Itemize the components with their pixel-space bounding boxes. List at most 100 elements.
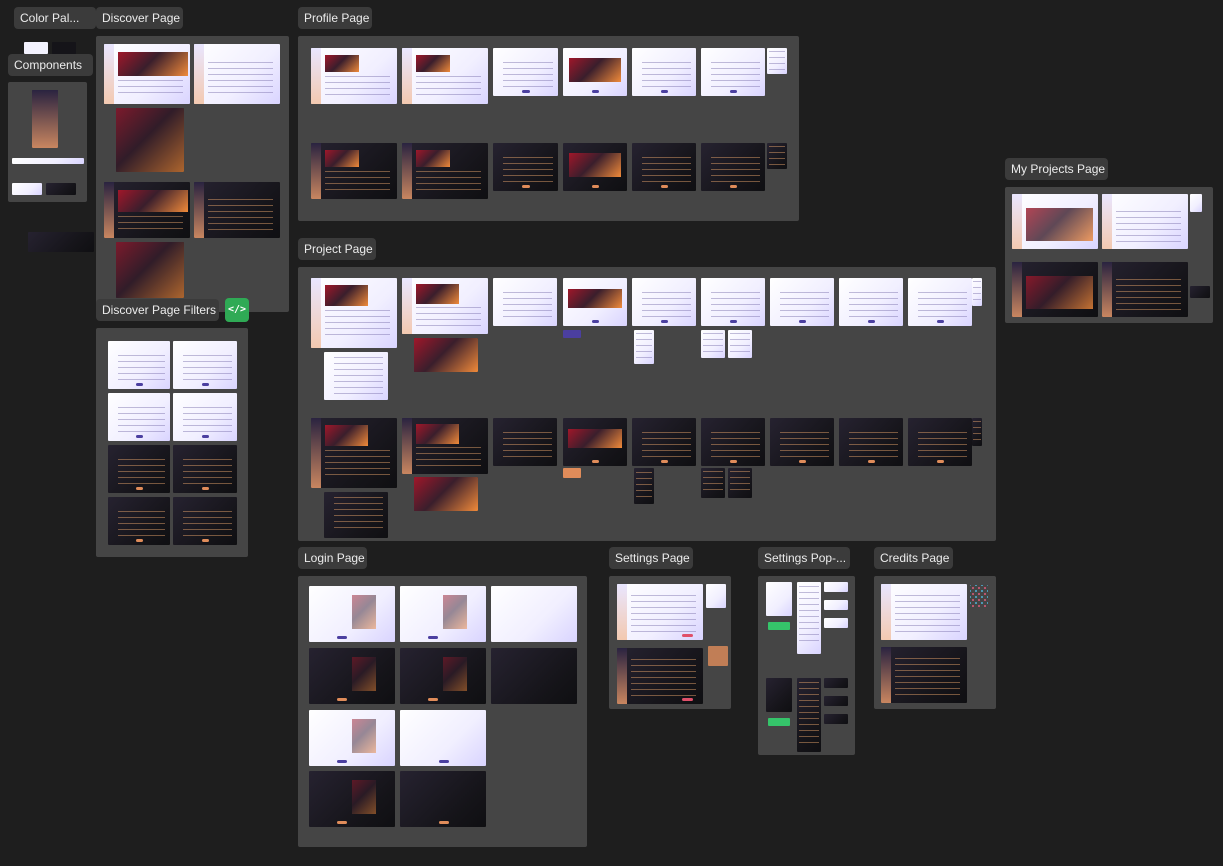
- project-frame-dark-9[interactable]: [908, 418, 972, 466]
- project-popups-light-2[interactable]: [728, 330, 752, 358]
- login-frame-light-3[interactable]: [491, 586, 577, 642]
- settings-popup-frame-3[interactable]: [824, 582, 848, 592]
- my-projects-popup-dark[interactable]: [1190, 286, 1210, 298]
- login-frame-dark-5[interactable]: [400, 771, 486, 827]
- my-projects-popup-light[interactable]: [1190, 194, 1202, 212]
- profile-frame-light-2[interactable]: [402, 48, 488, 104]
- settings-frame-light[interactable]: [617, 584, 703, 640]
- profile-page-label[interactable]: Profile Page: [298, 7, 372, 29]
- my-projects-frame-light-1[interactable]: [1012, 194, 1098, 249]
- profile-frame-light-4[interactable]: [563, 48, 627, 96]
- filter-frame-1[interactable]: [108, 341, 170, 389]
- component-sidebar[interactable]: [32, 90, 58, 148]
- project-frame-light-6[interactable]: [701, 278, 765, 326]
- filter-frame-4[interactable]: [173, 393, 237, 441]
- login-frame-dark-4[interactable]: [309, 771, 395, 827]
- login-page-label[interactable]: Login Page: [298, 547, 367, 569]
- project-frame-dark-8[interactable]: [839, 418, 903, 466]
- profile-frame-dark-5[interactable]: [632, 143, 696, 191]
- project-image-light[interactable]: [414, 338, 478, 372]
- discover-page-label[interactable]: Discover Page: [96, 7, 183, 29]
- component-card[interactable]: [12, 183, 42, 195]
- filter-frame-2[interactable]: [173, 341, 237, 389]
- project-frame-light-8[interactable]: [839, 278, 903, 326]
- project-frame-light-4[interactable]: [563, 278, 627, 326]
- settings-popup-frame-10[interactable]: [824, 714, 848, 724]
- project-frame-dark-3[interactable]: [493, 418, 557, 466]
- login-frame-light-4[interactable]: [309, 710, 395, 766]
- profile-frame-dark-4[interactable]: [563, 143, 627, 191]
- login-frame-light-2[interactable]: [400, 586, 486, 642]
- discover-frame-light-2[interactable]: [194, 44, 280, 104]
- settings-popup-frame-7[interactable]: [797, 678, 821, 752]
- project-frame-light-2[interactable]: [402, 278, 488, 334]
- project-frame-light-1[interactable]: [311, 278, 397, 348]
- project-frame-dark-4[interactable]: [563, 418, 627, 466]
- project-side-popup-dark[interactable]: [972, 418, 982, 446]
- discover-frame-dark-1[interactable]: [104, 182, 190, 238]
- project-detail-light[interactable]: [324, 352, 388, 400]
- project-list-light[interactable]: [634, 330, 654, 364]
- project-side-popup-light[interactable]: [972, 278, 982, 306]
- discover-page-filters-label[interactable]: Discover Page Filters: [96, 299, 219, 321]
- components-label[interactable]: Components: [8, 54, 93, 76]
- settings-popup-frame-2[interactable]: [797, 582, 821, 654]
- component-searchbar[interactable]: [12, 158, 84, 164]
- profile-frame-dark-3[interactable]: [493, 143, 558, 191]
- profile-frame-light-6[interactable]: [701, 48, 765, 96]
- project-frame-dark-5[interactable]: [632, 418, 696, 466]
- profile-frame-light-1[interactable]: [311, 48, 397, 104]
- profile-frame-light-5[interactable]: [632, 48, 696, 96]
- my-projects-frame-dark-1[interactable]: [1012, 262, 1098, 317]
- project-popups-light[interactable]: [701, 330, 725, 358]
- profile-frame-light-3[interactable]: [493, 48, 558, 96]
- my-projects-page-label[interactable]: My Projects Page: [1005, 158, 1108, 180]
- filter-frame-8[interactable]: [173, 497, 237, 545]
- project-frame-light-9[interactable]: [908, 278, 972, 326]
- credits-page-label[interactable]: Credits Page: [874, 547, 953, 569]
- filter-frame-6[interactable]: [173, 445, 237, 493]
- my-projects-frame-light-2[interactable]: [1102, 194, 1188, 249]
- settings-popup-frame-5[interactable]: [824, 618, 848, 628]
- discover-grid-1[interactable]: [116, 108, 184, 172]
- profile-frame-dark-1[interactable]: [311, 143, 397, 199]
- settings-popup-light[interactable]: [706, 584, 726, 608]
- filter-frame-3[interactable]: [108, 393, 170, 441]
- settings-popups-label[interactable]: Settings Pop-...: [758, 547, 850, 569]
- settings-page-label[interactable]: Settings Page: [609, 547, 693, 569]
- project-image-dark[interactable]: [414, 477, 478, 511]
- profile-popup-light[interactable]: [767, 48, 787, 74]
- project-frame-dark-1[interactable]: [311, 418, 397, 488]
- profile-frame-dark-2[interactable]: [402, 143, 488, 199]
- login-frame-dark-1[interactable]: [309, 648, 395, 704]
- project-frame-dark-6[interactable]: [701, 418, 765, 466]
- discover-grid-2[interactable]: [116, 242, 184, 298]
- filter-frame-7[interactable]: [108, 497, 170, 545]
- project-list-dark[interactable]: [634, 468, 654, 504]
- project-popups-dark[interactable]: [701, 468, 725, 498]
- project-page-label[interactable]: Project Page: [298, 238, 376, 260]
- project-frame-dark-7[interactable]: [770, 418, 834, 466]
- project-frame-dark-2[interactable]: [402, 418, 488, 474]
- settings-popup-frame-4[interactable]: [824, 600, 848, 610]
- profile-frame-dark-6[interactable]: [701, 143, 765, 191]
- discover-frame-dark-2[interactable]: [194, 182, 280, 238]
- project-frame-light-7[interactable]: [770, 278, 834, 326]
- project-popups-dark-2[interactable]: [728, 468, 752, 498]
- discover-frame-light-1[interactable]: [104, 44, 190, 104]
- profile-popup-dark[interactable]: [767, 143, 787, 169]
- filter-frame-5[interactable]: [108, 445, 170, 493]
- login-frame-dark-2[interactable]: [400, 648, 486, 704]
- settings-popup-frame-9[interactable]: [824, 696, 848, 706]
- credits-frame-light[interactable]: [881, 584, 967, 640]
- settings-frame-dark[interactable]: [617, 648, 703, 704]
- project-frame-light-5[interactable]: [632, 278, 696, 326]
- settings-popup-frame-1[interactable]: [766, 582, 792, 616]
- login-frame-dark-3[interactable]: [491, 648, 577, 704]
- project-frame-light-3[interactable]: [493, 278, 557, 326]
- credits-frame-dark[interactable]: [881, 647, 967, 703]
- settings-popup-frame-8[interactable]: [824, 678, 848, 688]
- code-icon[interactable]: </>: [225, 298, 249, 322]
- component-card-dark[interactable]: [46, 183, 76, 195]
- login-frame-light-1[interactable]: [309, 586, 395, 642]
